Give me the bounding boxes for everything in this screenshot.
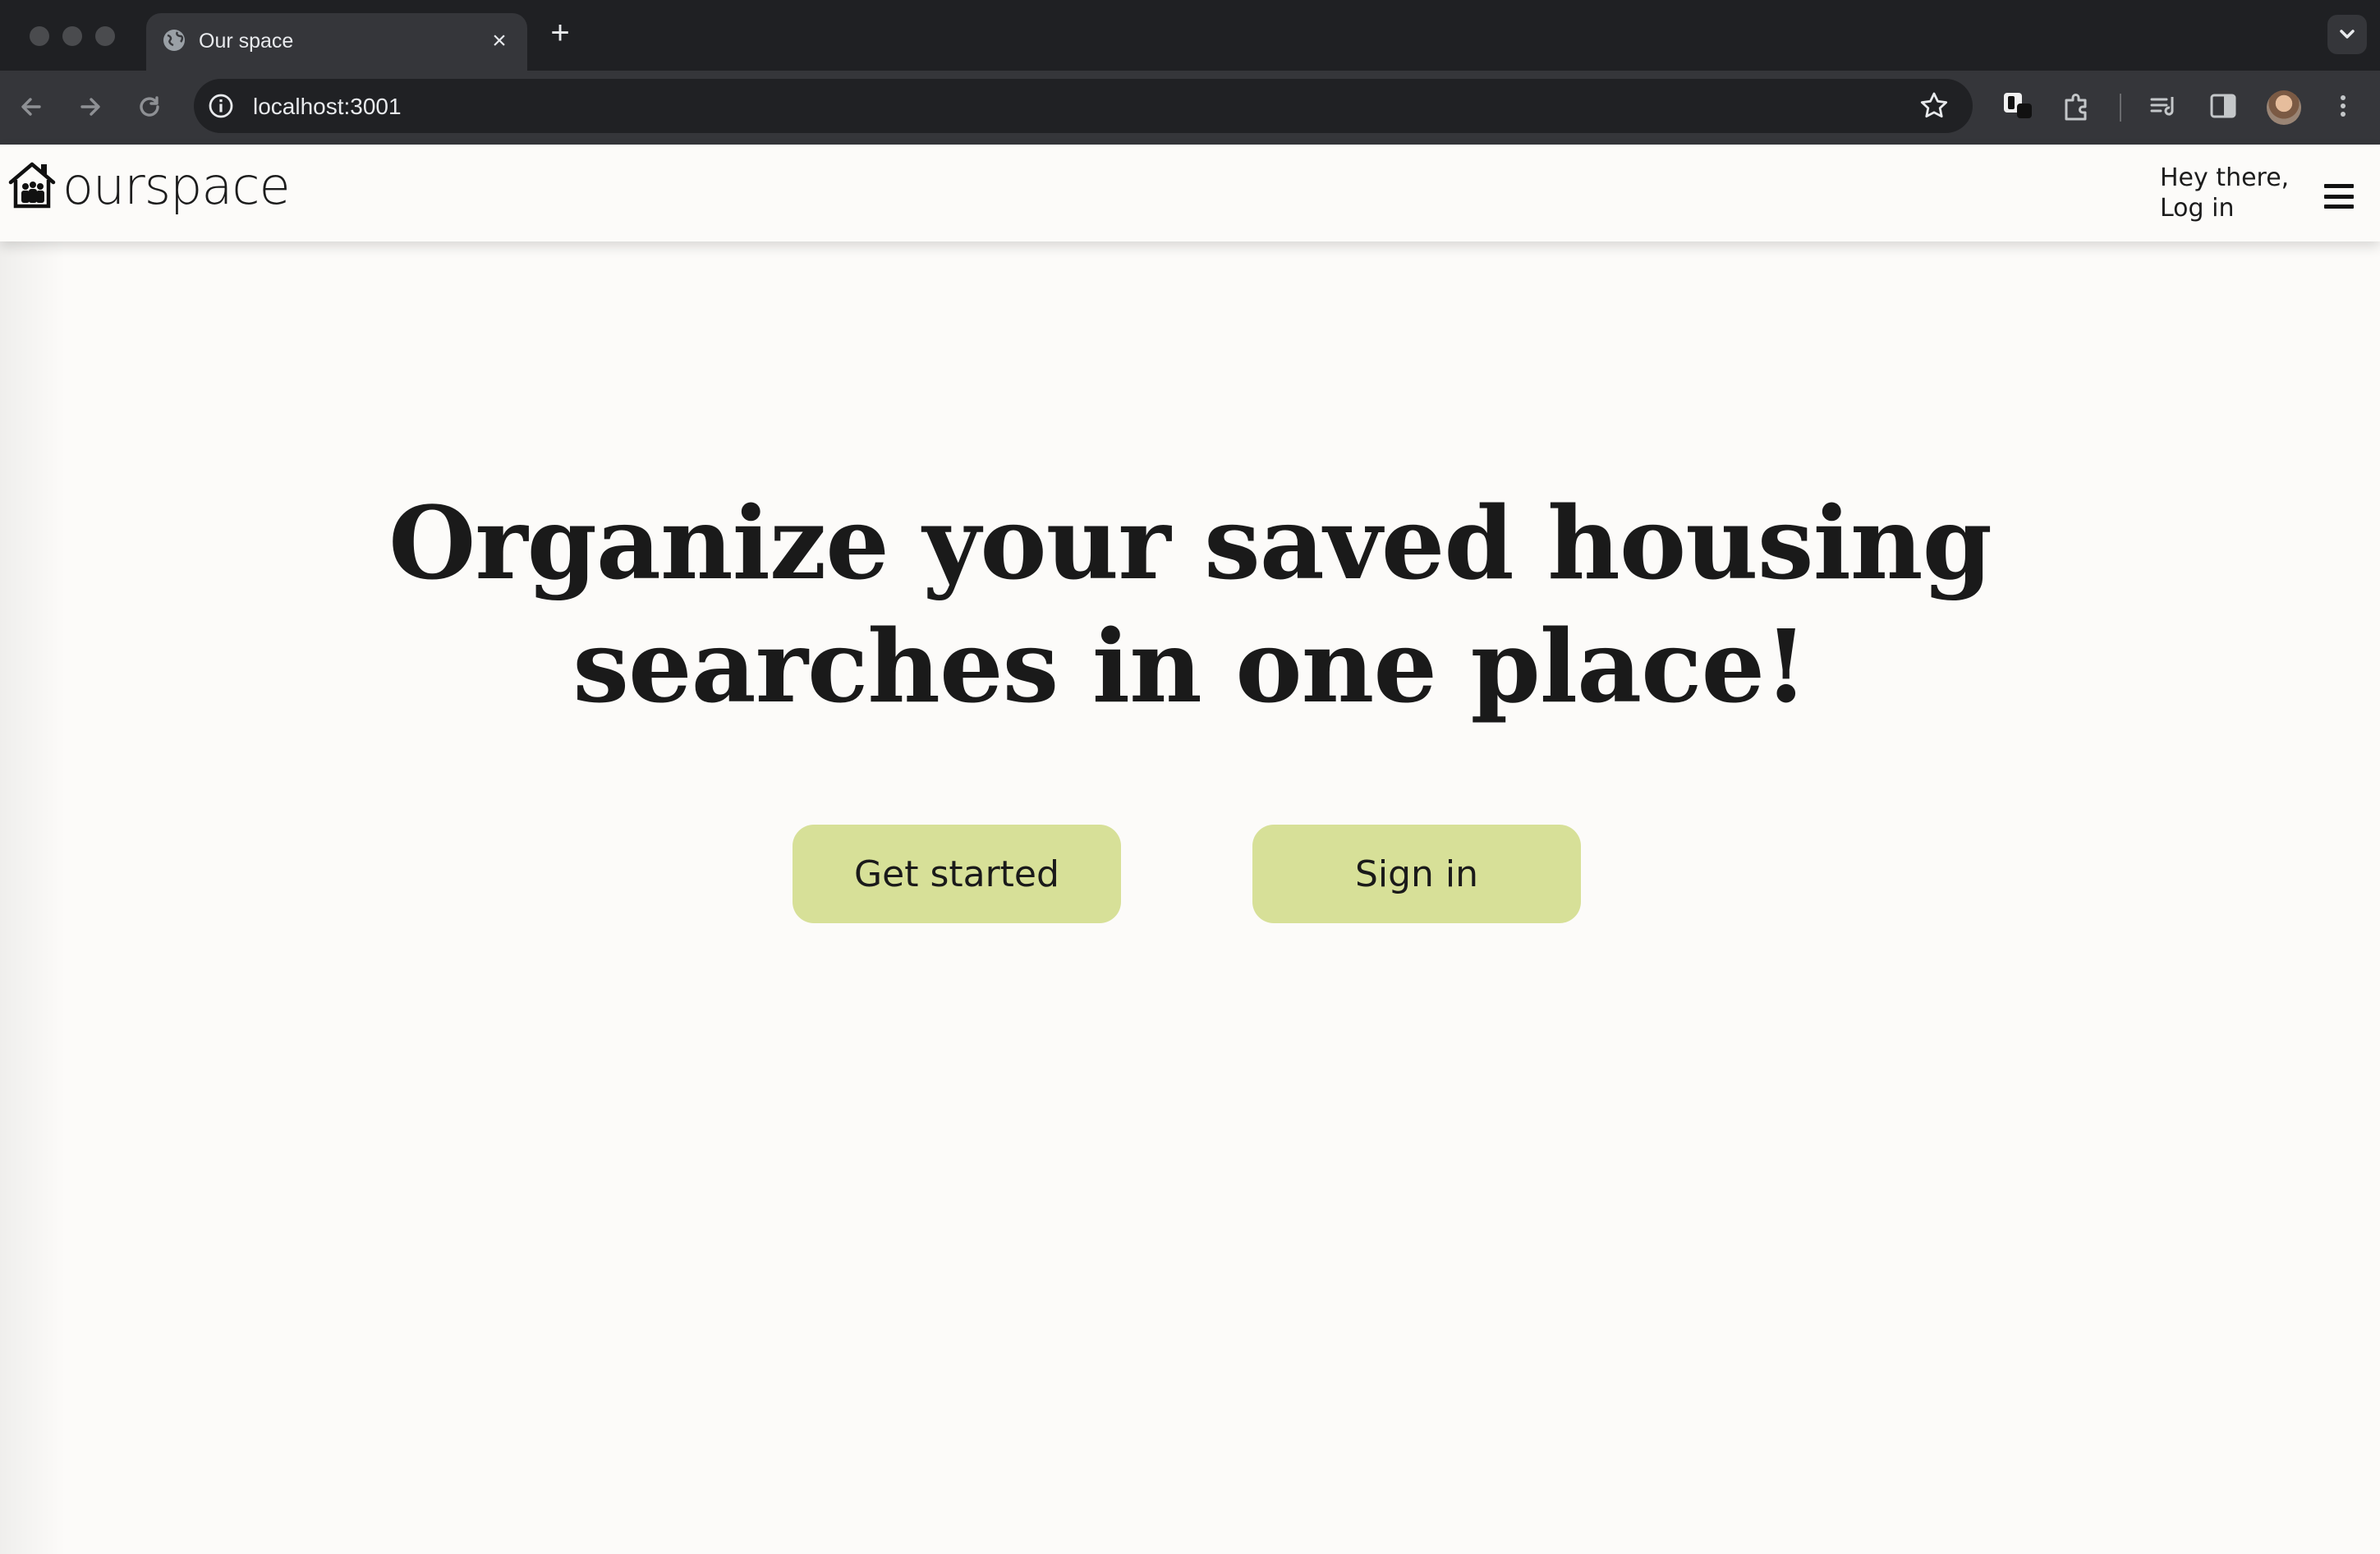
chevron-down-icon bbox=[2340, 30, 2355, 39]
reload-icon[interactable] bbox=[133, 90, 166, 123]
tab-strip: Our space × + bbox=[0, 0, 2380, 71]
browser-window: Our space × + localhost:3001 ourspace He… bbox=[0, 0, 2380, 1554]
url-text[interactable]: localhost:3001 bbox=[253, 94, 402, 120]
forward-icon[interactable] bbox=[74, 90, 107, 123]
site-header: ourspace Hey there, Log in bbox=[0, 145, 2380, 241]
user-greeting: Hey there, Log in bbox=[2160, 163, 2289, 223]
extension-app-icon[interactable] bbox=[2001, 89, 2035, 123]
side-panel-icon[interactable] bbox=[2206, 89, 2240, 123]
hamburger-menu-icon[interactable] bbox=[2324, 184, 2354, 209]
globe-icon bbox=[163, 30, 185, 51]
hero-headline: Organize your saved housing searches in … bbox=[388, 484, 1992, 725]
house-people-icon[interactable] bbox=[7, 159, 57, 210]
greeting-text: Hey there, bbox=[2160, 163, 2290, 192]
tab-our-space[interactable]: Our space × bbox=[146, 13, 527, 71]
page-content: ourspace Hey there, Log in Organize your… bbox=[0, 145, 2380, 1554]
back-icon[interactable] bbox=[15, 90, 48, 123]
toolbar-divider bbox=[2120, 94, 2121, 122]
tab-title: Our space bbox=[199, 30, 294, 53]
window-minimize-dot[interactable] bbox=[62, 26, 82, 46]
info-icon[interactable] bbox=[207, 92, 235, 120]
bookmark-star-icon[interactable] bbox=[1918, 90, 1950, 122]
puzzle-icon[interactable] bbox=[2060, 89, 2094, 123]
sign-in-button[interactable]: Sign in bbox=[1252, 825, 1581, 923]
close-icon[interactable]: × bbox=[485, 26, 514, 56]
window-close-dot[interactable] bbox=[30, 26, 49, 46]
tab-search-button[interactable] bbox=[2327, 15, 2367, 54]
page-edge-shadow bbox=[0, 145, 66, 1554]
window-zoom-dot[interactable] bbox=[95, 26, 115, 46]
browser-toolbar: localhost:3001 bbox=[0, 71, 2380, 145]
plus-icon[interactable]: + bbox=[544, 16, 577, 49]
site-logo-text[interactable]: ourspace bbox=[62, 156, 291, 216]
login-link[interactable]: Log in bbox=[2160, 193, 2289, 223]
get-started-button[interactable]: Get started bbox=[793, 825, 1121, 923]
profile-avatar[interactable] bbox=[2267, 90, 2301, 125]
address-bar[interactable]: localhost:3001 bbox=[194, 79, 1973, 133]
more-vertical-icon[interactable] bbox=[2326, 89, 2360, 123]
media-queue-icon[interactable] bbox=[2147, 89, 2181, 123]
